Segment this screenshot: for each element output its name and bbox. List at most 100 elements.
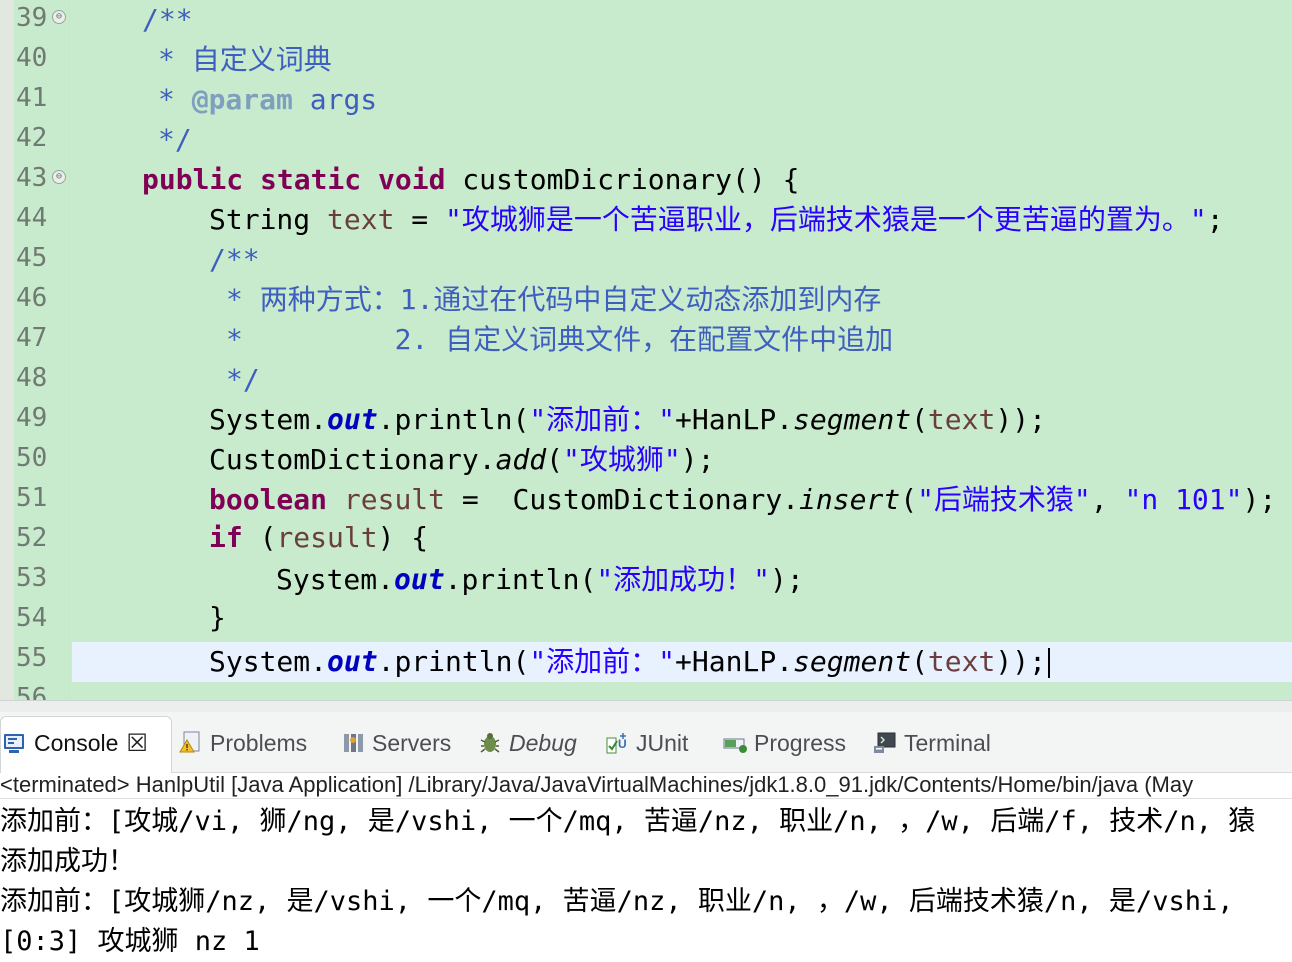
string-token: "n 101" (1124, 483, 1243, 516)
tab-label: Console (34, 730, 119, 756)
variable-token: result (343, 483, 446, 516)
code-token: System. (209, 403, 328, 436)
keyword-token: boolean (209, 483, 328, 516)
servers-icon (340, 730, 366, 756)
code-line: System.out.println("添加前："+HanLP.segment(… (74, 642, 1050, 682)
code-token: +HanLP. (675, 645, 794, 678)
keyword-token: if (209, 521, 243, 554)
field-token: out (394, 563, 445, 596)
code-token: +HanLP. (675, 403, 794, 436)
code-token: ( (242, 521, 277, 554)
code-line: /** (74, 0, 193, 40)
string-token: "添加前：" (529, 645, 676, 678)
code-token: = CustomDictionary. (445, 483, 800, 516)
tab-progress[interactable]: Progress (722, 726, 846, 760)
string-token: "攻城狮是一个苦逼职业，后端技术猿是一个更苦逼的置为。" (445, 203, 1207, 236)
tab-label: Servers (372, 730, 452, 756)
code-token: = (394, 203, 446, 236)
line-number: 46 (16, 283, 48, 313)
field-token: out (327, 403, 378, 436)
console-output-line: 添加前：[攻城/vi, 狮/ng, 是/vshi, 一个/mq, 苦逼/nz, … (0, 806, 1256, 837)
field-token: out (327, 645, 378, 678)
code-token: String (209, 203, 328, 236)
code-line: public static void customDicrionary() { (74, 160, 799, 200)
fold-collapse-icon[interactable]: ⊖ (52, 170, 66, 184)
comment-token: * 2. 自定义词典文件，在配置文件中追加 (226, 323, 894, 356)
keyword-token: public static void (142, 163, 446, 196)
console-output-line: [0:3] 攻城狮 nz 1 (0, 926, 260, 957)
comment-token: /** (209, 243, 260, 276)
code-token: ( (911, 403, 928, 436)
code-line: /** (74, 240, 260, 280)
console-status-line: <terminated> HanlpUtil [Java Application… (0, 772, 1292, 799)
debug-icon (477, 730, 503, 756)
tab-label: Problems (210, 730, 308, 756)
line-number: 45 (16, 243, 48, 273)
string-token: "后端技术猿" (917, 483, 1091, 516)
line-number: 53 (16, 563, 48, 593)
code-token: .println( (377, 645, 530, 678)
code-token: ); (770, 563, 804, 596)
junit-icon: U (604, 730, 630, 756)
line-number: 51 (16, 483, 48, 513)
code-line: CustomDictionary.add("攻城狮"); (74, 440, 714, 480)
code-line: System.out.println("添加前："+HanLP.segment(… (74, 400, 1046, 440)
comment-token: args (292, 83, 378, 116)
code-line: * 2. 自定义词典文件，在配置文件中追加 (74, 320, 893, 360)
variable-token: text (927, 645, 996, 678)
code-line: */ (74, 120, 192, 160)
line-number: 52 (16, 523, 48, 553)
code-token: .println( (377, 403, 530, 436)
code-line: String text = "攻城狮是一个苦逼职业，后端技术猿是一个更苦逼的置为… (74, 200, 1224, 240)
tab-debug[interactable]: Debug (477, 726, 577, 760)
code-token: , (1090, 483, 1125, 516)
variable-token: text (927, 403, 996, 436)
annotation-ruler (0, 0, 14, 700)
line-number: 42 (16, 123, 48, 153)
code-editor[interactable]: 39 40 41 42 43 44 45 46 47 48 49 50 51 5… (0, 0, 1292, 700)
code-token: } (209, 601, 226, 634)
comment-token: /** (142, 3, 193, 36)
tab-console-label[interactable]: Console ☒ (2, 726, 148, 760)
variable-token: result (276, 521, 378, 554)
tab-servers[interactable]: Servers (340, 726, 451, 760)
code-line: */ (74, 360, 260, 400)
line-number: 50 (16, 443, 48, 473)
console-icon (2, 730, 28, 756)
code-token: ); (680, 443, 715, 476)
close-icon[interactable]: ☒ (126, 730, 148, 757)
tab-label: Debug (509, 730, 577, 756)
console-output-line: 添加成功！ (0, 846, 135, 877)
text-cursor (1047, 648, 1050, 678)
console-output-line: 添加前：[攻城狮/nz, 是/vshi, 一个/mq, 苦逼/nz, 职业/n,… (0, 886, 1234, 917)
comment-token: * 两种方式：1.通过在代码中自定义动态添加到内存 (226, 283, 882, 316)
tab-problems[interactable]: Problems (178, 726, 307, 760)
code-token: System. (209, 645, 328, 678)
method-token: insert (799, 483, 901, 516)
comment-token: */ (158, 123, 192, 156)
code-token: )); (995, 403, 1046, 436)
code-token: ) { (377, 521, 429, 554)
code-token: )); (995, 645, 1046, 678)
code-token: System. (276, 563, 395, 596)
comment-token: */ (226, 363, 260, 396)
line-number: 44 (16, 203, 48, 233)
tab-terminal[interactable]: Terminal (872, 726, 991, 760)
line-number: 49 (16, 403, 48, 433)
svg-text:U: U (618, 737, 627, 751)
code-token: ; (1206, 203, 1224, 236)
code-token: customDicrionary() { (445, 163, 800, 196)
tab-junit[interactable]: U JUnit (604, 726, 688, 760)
fold-collapse-icon[interactable]: ⊖ (52, 10, 66, 24)
line-number: 41 (16, 83, 48, 113)
comment-token: * (158, 83, 192, 116)
tab-label: JUnit (636, 730, 689, 756)
tab-label: Terminal (904, 730, 991, 756)
comment-token: * 自定义词典 (158, 43, 332, 76)
line-number: 48 (16, 363, 48, 393)
code-token: ( (911, 645, 928, 678)
string-token: "添加成功！" (596, 563, 771, 596)
method-token: add (495, 443, 547, 476)
terminal-icon (872, 730, 898, 756)
code-token: ); (1242, 483, 1277, 516)
